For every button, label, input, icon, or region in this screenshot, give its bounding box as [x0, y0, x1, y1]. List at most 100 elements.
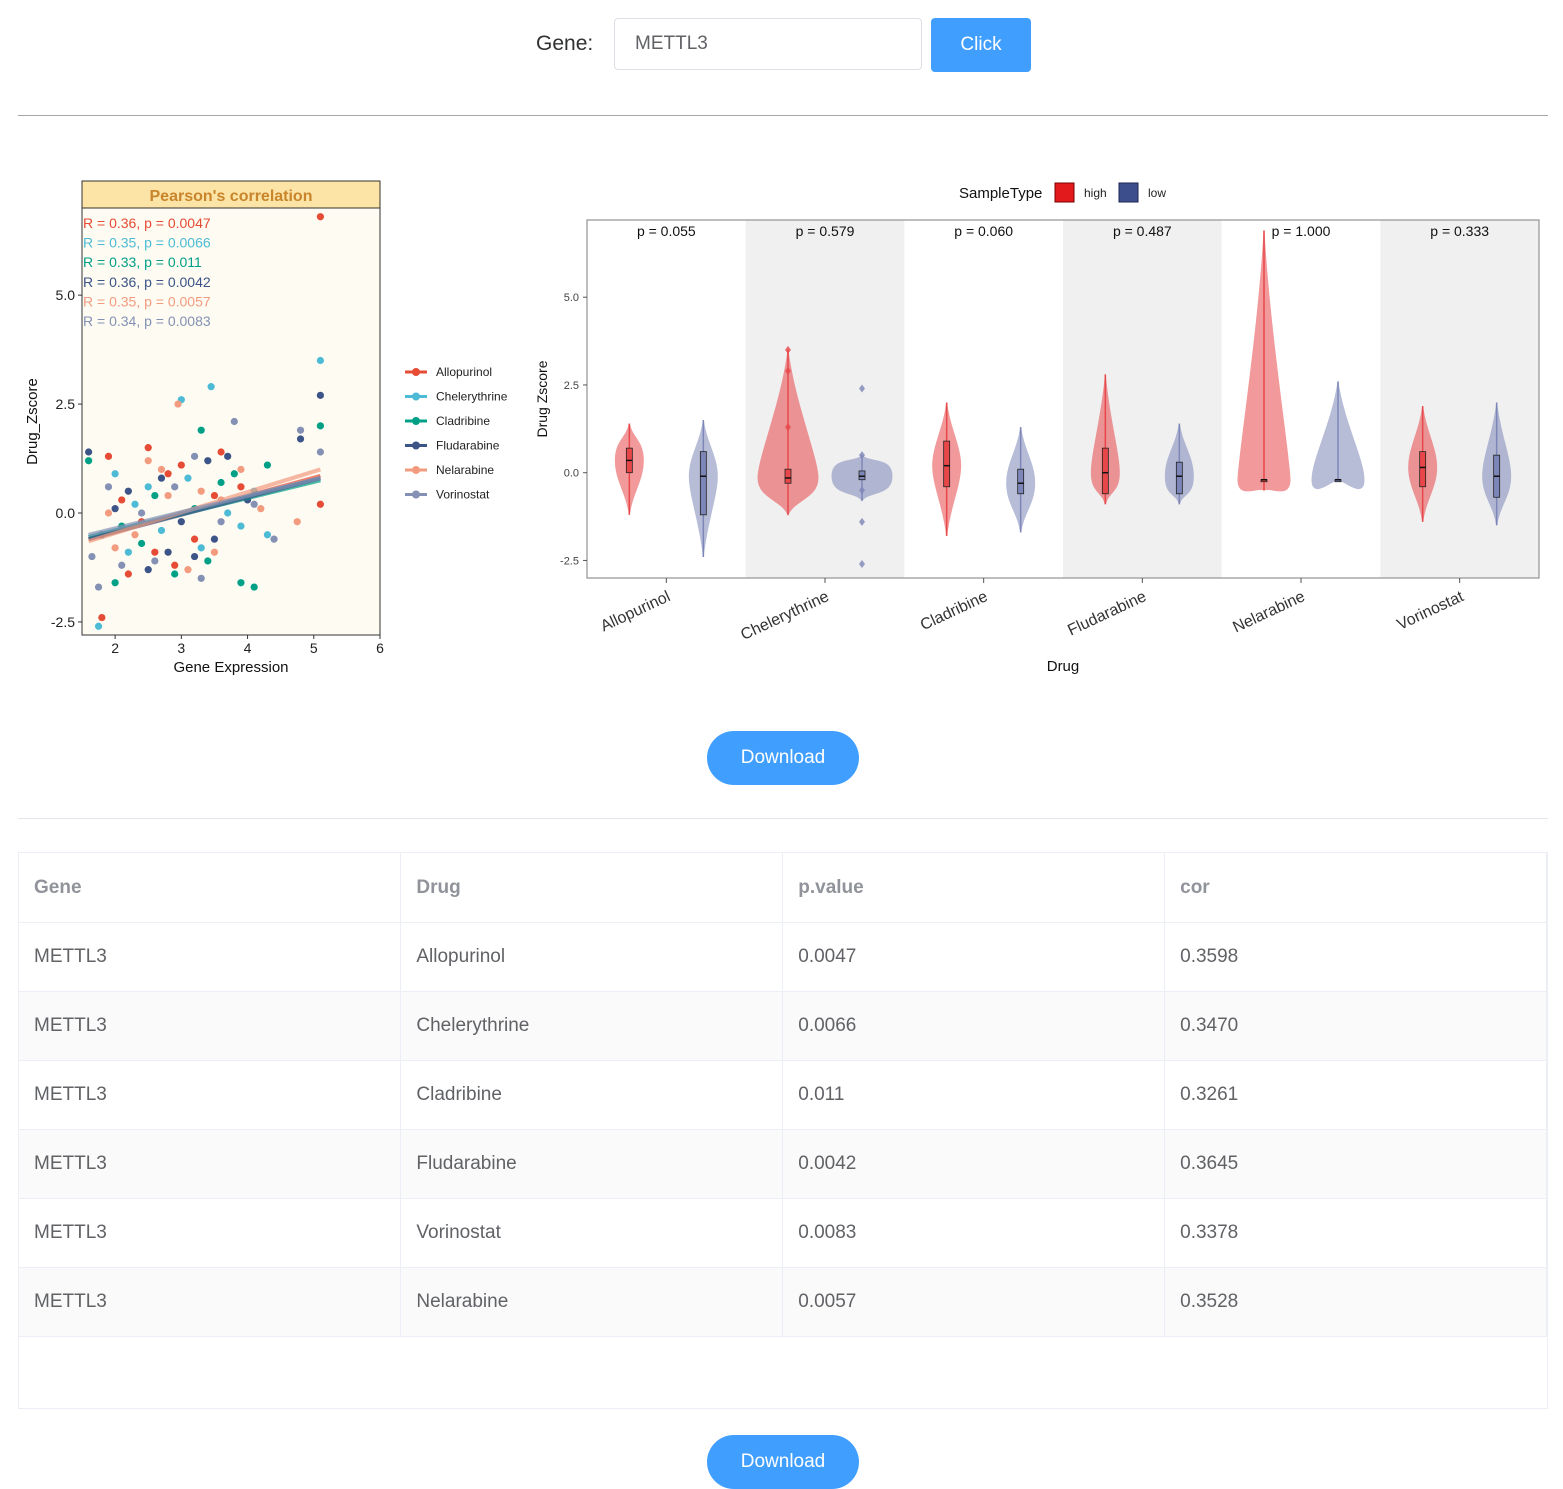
x-tick-label: Nelarabine: [1230, 588, 1307, 636]
x-tick-label: 3: [177, 640, 185, 656]
cell-cor: 0.3528: [1164, 1267, 1547, 1337]
download-plot-button[interactable]: Download: [707, 731, 859, 785]
scatter-point: [157, 465, 166, 474]
scatter-point: [118, 561, 126, 569]
scatter-point: [88, 552, 96, 561]
scatter-point: [157, 526, 166, 535]
y-tick-label: -2.5: [560, 555, 579, 567]
table-row[interactable]: METTL3 Cladribine 0.011 0.3261: [19, 1060, 1547, 1130]
divider: [18, 115, 1548, 116]
correlation-annotation: R = 0.33, p = 0.011: [83, 254, 202, 270]
scatter-point: [296, 435, 305, 443]
legend-key-point: [412, 368, 420, 376]
results-table: Gene Drug p.value cor METTL3 Allopurinol…: [18, 852, 1548, 1409]
cell-gene: METTL3: [19, 991, 402, 1061]
y-tick-label: -2.5: [51, 614, 75, 630]
gene-input[interactable]: [614, 18, 922, 70]
cell-cor: 0.3645: [1164, 1129, 1547, 1199]
legend-key-high: [1054, 182, 1075, 203]
scatter-point: [316, 500, 324, 508]
scatter-point: [104, 452, 113, 460]
box-body: [943, 440, 951, 488]
p-value-label: p = 0.333: [1430, 223, 1489, 239]
scatter-point: [293, 518, 301, 526]
p-value-label: p = 0.055: [637, 223, 696, 239]
scatter-point: [144, 457, 152, 465]
cell-drug: Nelarabine: [400, 1267, 784, 1337]
scatter-point: [197, 544, 205, 552]
scatter-point: [138, 509, 146, 517]
table-row[interactable]: METTL3 Vorinostat 0.0083 0.3378: [19, 1198, 1547, 1268]
x-tick-label: 4: [244, 640, 252, 656]
scatter-point: [230, 417, 238, 426]
scatter-point: [197, 487, 205, 495]
p-value-label: p = 1.000: [1272, 223, 1331, 239]
scatter-point: [111, 579, 119, 587]
table-row[interactable]: METTL3 Fludarabine 0.0042 0.3645: [19, 1129, 1547, 1199]
table-row[interactable]: METTL3 Nelarabine 0.0057 0.3528: [19, 1267, 1547, 1337]
y-axis-label: Drug Zscore: [534, 360, 550, 437]
scatter-point: [250, 500, 258, 508]
scatter-point: [118, 496, 126, 504]
table-header-row: Gene Drug p.value cor: [19, 853, 1547, 923]
scatter-point: [124, 570, 132, 578]
submit-button[interactable]: Click: [931, 18, 1031, 72]
scatter-point: [111, 505, 119, 513]
scatter-point: [316, 213, 324, 221]
legend-label: Cladribine: [436, 414, 490, 428]
scatter-point: [85, 457, 93, 465]
correlation-annotation: R = 0.35, p = 0.0057: [83, 293, 211, 309]
x-axis-label: Drug: [1047, 658, 1080, 675]
scatter-point: [190, 535, 199, 543]
column-header[interactable]: Drug: [400, 853, 784, 923]
scatter-point: [263, 461, 272, 469]
cell-cor: 0.3598: [1164, 922, 1547, 992]
x-tick-label: Chelerythrine: [738, 588, 832, 644]
column-header[interactable]: Gene: [19, 853, 402, 923]
correlation-annotation: R = 0.36, p = 0.0042: [83, 274, 211, 290]
cell-gene: METTL3: [19, 1267, 402, 1337]
x-tick-label: 6: [376, 640, 384, 656]
scatter-point: [237, 465, 245, 474]
column-header[interactable]: cor: [1164, 853, 1547, 923]
legend-label: low: [1148, 186, 1166, 200]
y-axis-label: Drug_Zscore: [24, 378, 41, 465]
correlation-annotation: R = 0.35, p = 0.0066: [83, 235, 211, 251]
column-header[interactable]: p.value: [782, 853, 1166, 923]
scatter-point: [171, 561, 179, 569]
table-row[interactable]: METTL3 Allopurinol 0.0047 0.3598: [19, 922, 1547, 992]
box-body: [699, 451, 707, 516]
cell-pvalue: 0.0047: [782, 922, 1166, 992]
chart-title: Pearson's correlation: [150, 188, 313, 205]
correlation-annotation: R = 0.34, p = 0.0083: [83, 313, 211, 329]
legend-key-point: [412, 392, 420, 401]
scatter-point: [190, 552, 199, 561]
y-tick-label: 0.0: [56, 505, 76, 521]
legend-key-point: [412, 466, 420, 474]
cell-cor: 0.3470: [1164, 991, 1547, 1061]
table-row[interactable]: METTL3 Chelerythrine 0.0066 0.3470: [19, 991, 1547, 1061]
divider: [18, 818, 1548, 819]
cell-drug: Fludarabine: [400, 1129, 784, 1199]
cell-gene: METTL3: [19, 1198, 402, 1268]
x-tick-label: Allopurinol: [598, 588, 673, 635]
box-body: [1419, 451, 1427, 488]
scatter-point: [138, 539, 146, 548]
scatter-point: [171, 570, 179, 578]
scatter-point: [296, 426, 305, 434]
cell-drug: Allopurinol: [400, 922, 784, 992]
scatter-point: [316, 356, 324, 365]
scatter-point: [124, 487, 132, 495]
scatter-point: [237, 522, 245, 530]
legend-label: high: [1084, 186, 1107, 200]
scatter-point: [177, 518, 185, 526]
legend-key-point: [412, 417, 420, 425]
y-tick-label: 2.5: [56, 396, 76, 412]
download-table-button[interactable]: Download: [707, 1435, 859, 1489]
scatter-point: [217, 448, 225, 456]
scatter-point: [230, 470, 238, 478]
legend-label: Fludarabine: [436, 439, 500, 453]
scatter-chart: Pearson's correlation 2 3 4 5 6 -2.5 0.0 2.5 5.0 G…: [24, 180, 508, 676]
legend-label: Chelerythrine: [436, 390, 508, 404]
scatter-point: [164, 470, 172, 478]
